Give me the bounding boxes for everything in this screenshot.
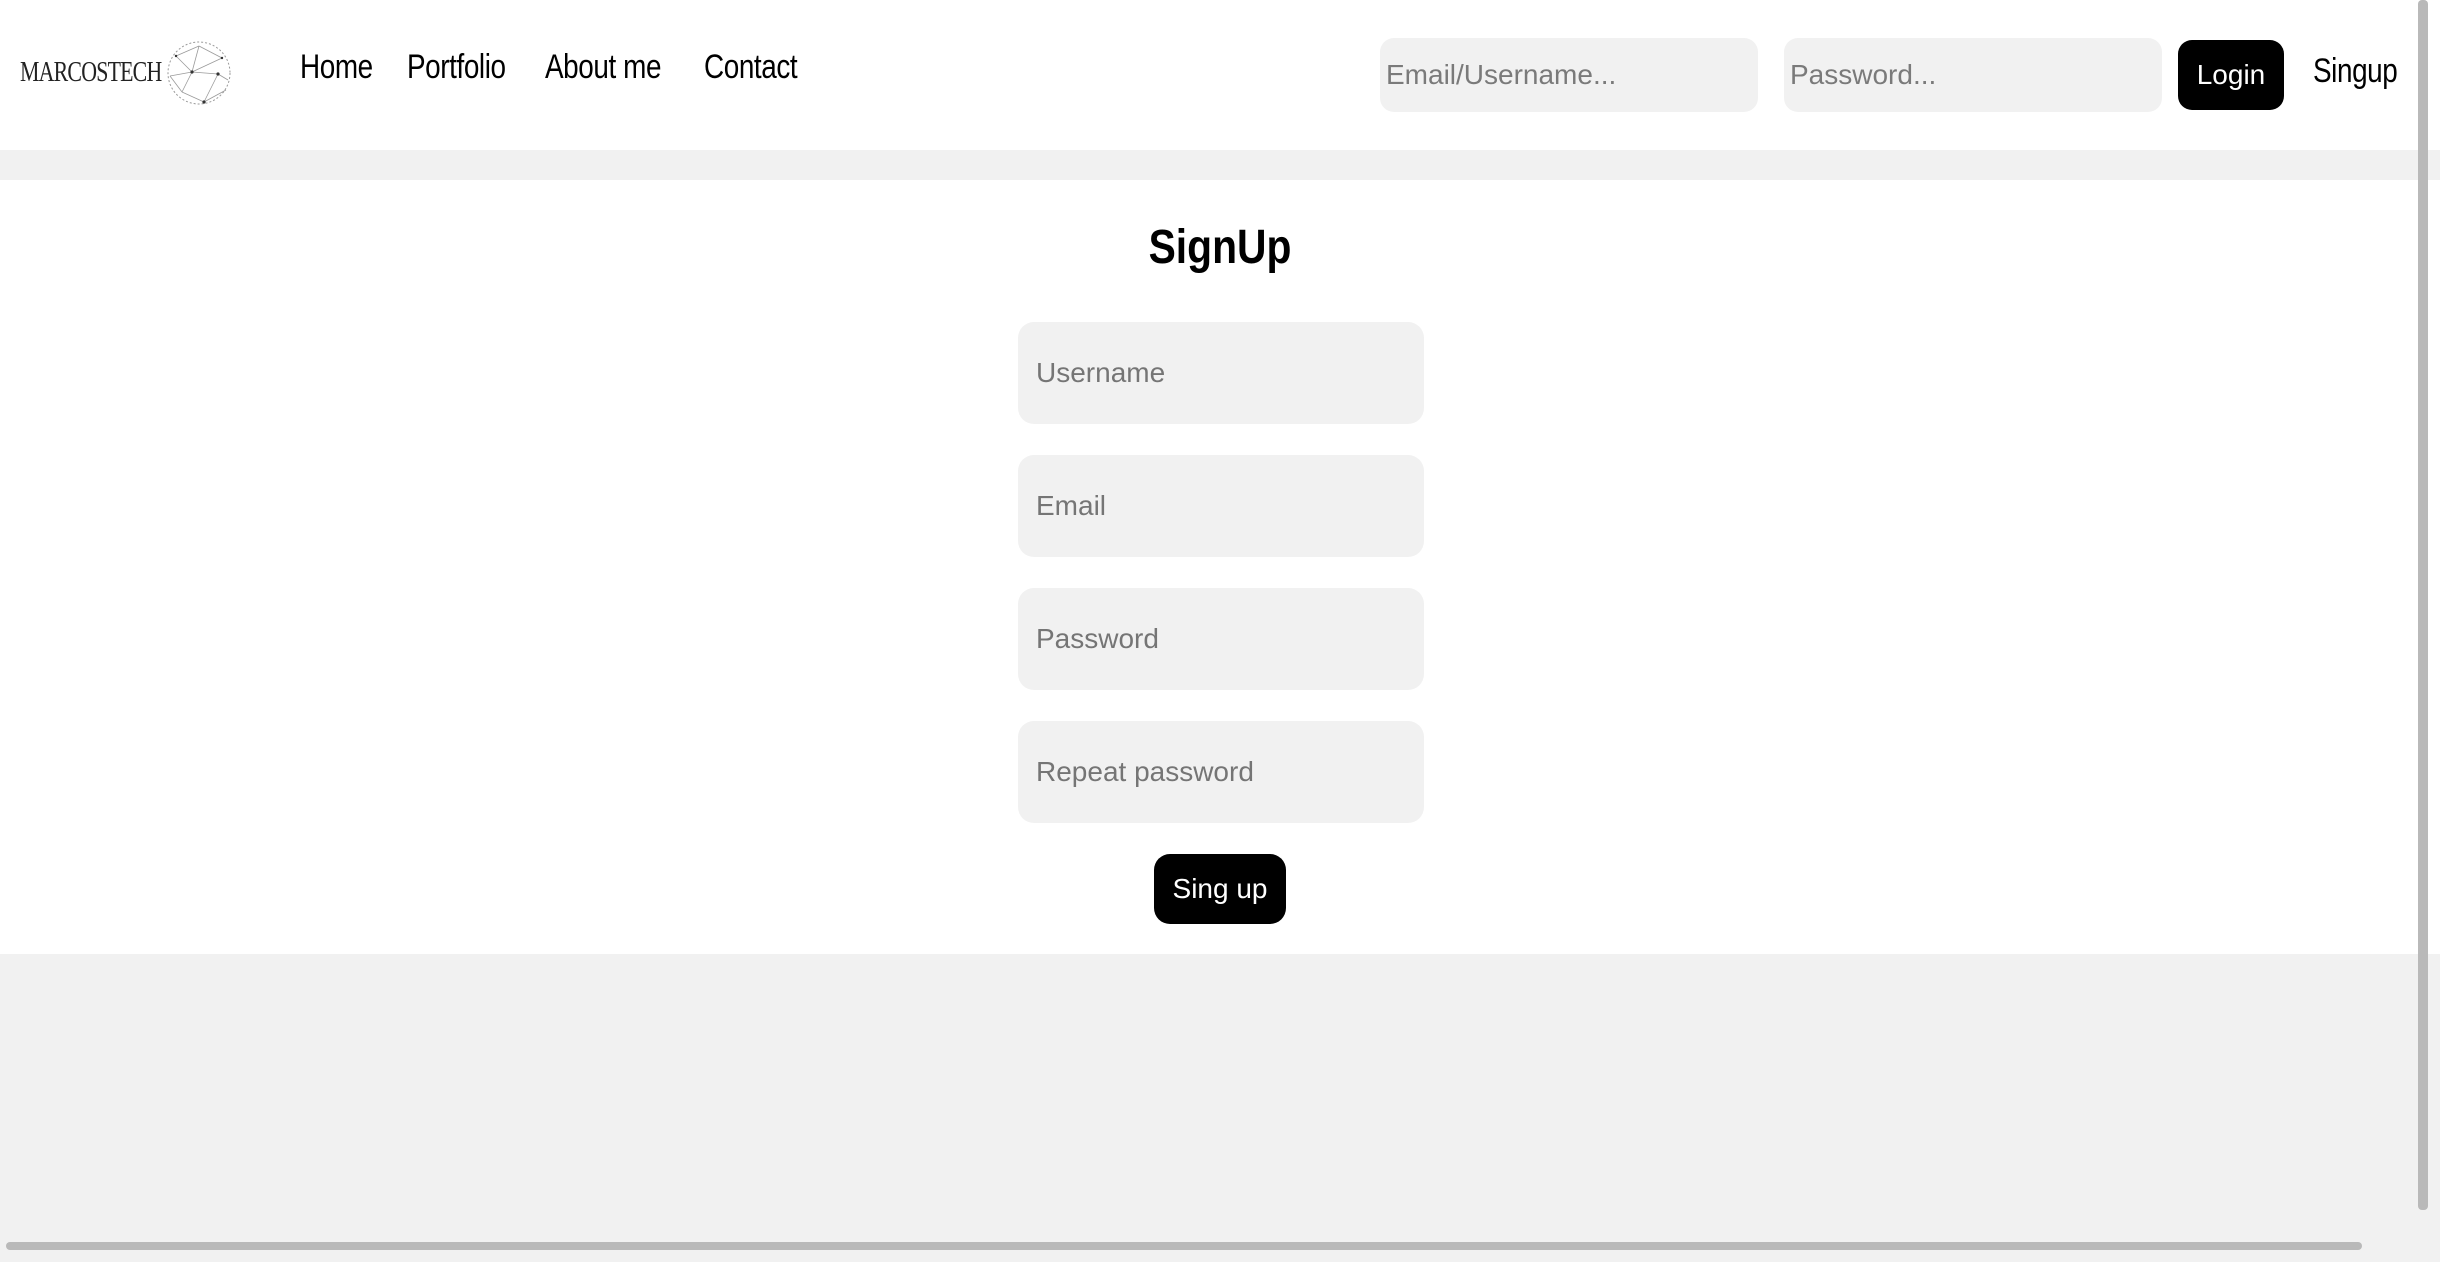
login-email-input[interactable] bbox=[1380, 38, 1758, 112]
vertical-scrollbar[interactable] bbox=[2418, 0, 2428, 1210]
nav-portfolio[interactable]: Portfolio bbox=[407, 48, 506, 87]
nav-about-me[interactable]: About me bbox=[545, 48, 661, 87]
signup-link[interactable]: Singup bbox=[2313, 52, 2398, 91]
main-nav: Home Portfolio About me Contact bbox=[300, 48, 804, 87]
brand-name: MARCOSTECH bbox=[20, 57, 162, 88]
login-button[interactable]: Login bbox=[2178, 40, 2284, 110]
password-field[interactable] bbox=[1018, 588, 1424, 690]
horizontal-scrollbar[interactable] bbox=[6, 1242, 2362, 1250]
signup-submit-button[interactable]: Sing up bbox=[1154, 854, 1286, 924]
nav-contact[interactable]: Contact bbox=[704, 48, 798, 87]
email-field[interactable] bbox=[1018, 455, 1424, 557]
top-navbar: MARCOSTECH Home Portfolio About me Conta… bbox=[0, 0, 2440, 150]
signup-title: SignUp bbox=[1148, 221, 1292, 274]
login-password-input[interactable] bbox=[1784, 38, 2162, 112]
page: MARCOSTECH Home Portfolio About me Conta… bbox=[0, 0, 2440, 1262]
nav-home[interactable]: Home bbox=[300, 48, 373, 87]
brand[interactable]: MARCOSTECH bbox=[20, 38, 234, 108]
globe-network-icon bbox=[167, 41, 231, 105]
signup-panel: SignUp Sing up bbox=[0, 180, 2440, 954]
repeat-password-field[interactable] bbox=[1018, 721, 1424, 823]
username-field[interactable] bbox=[1018, 322, 1424, 424]
